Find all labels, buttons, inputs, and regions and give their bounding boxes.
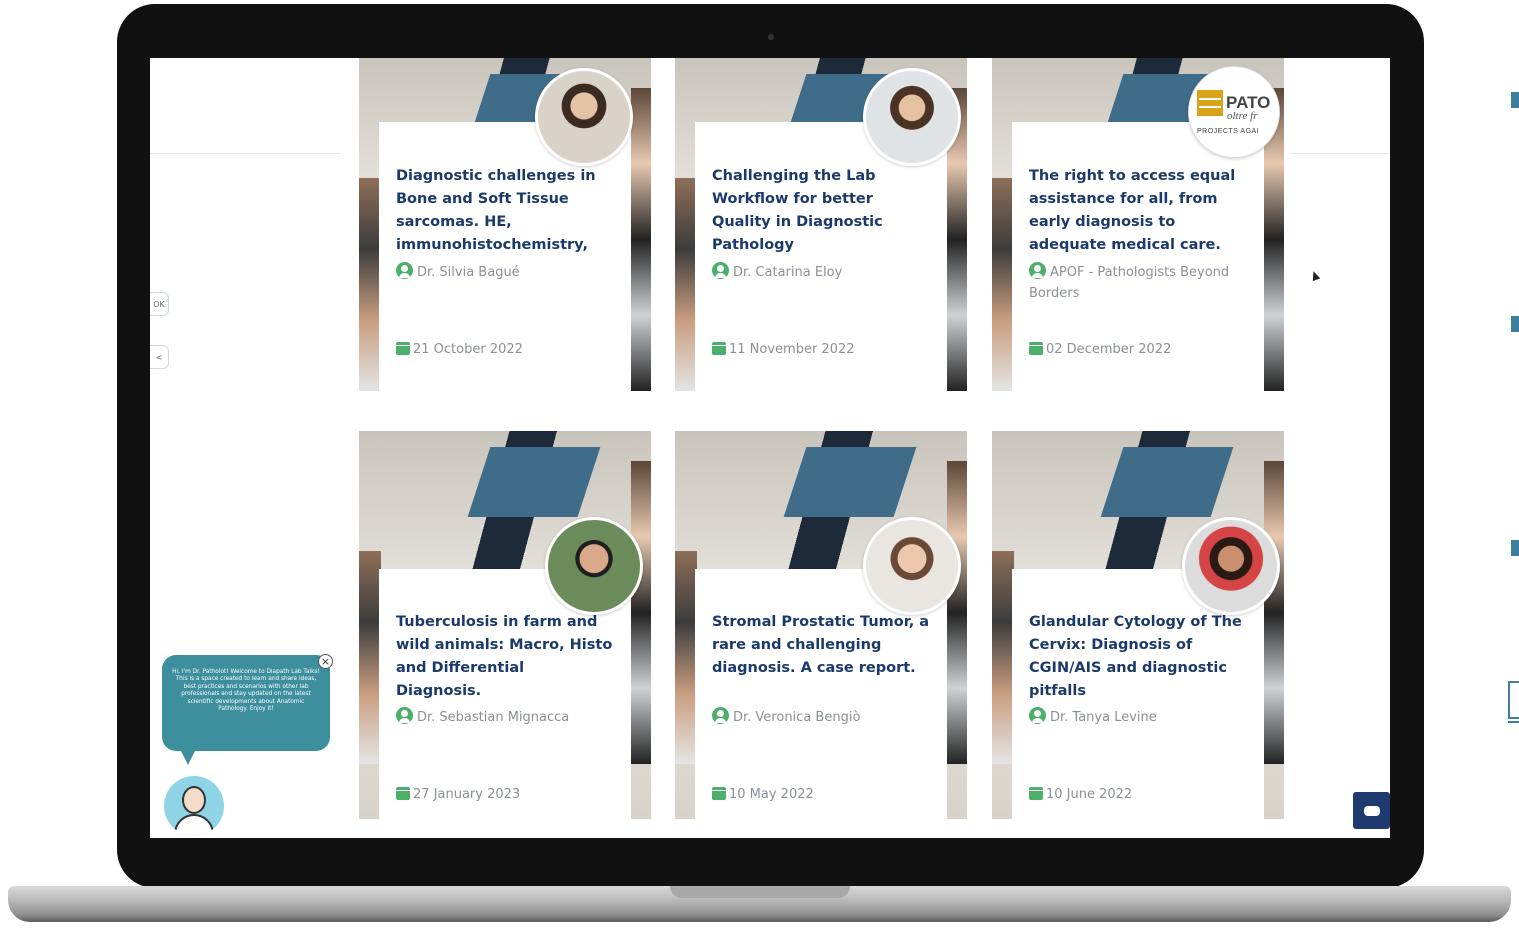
side-tab-share[interactable]: <: [150, 345, 169, 369]
talk-card[interactable]: PATO oltre fr PROJECTS AGAI The right to…: [992, 58, 1284, 391]
logo-tagline: PROJECTS AGAI: [1197, 127, 1260, 135]
user-icon: [1029, 262, 1046, 279]
talk-card[interactable]: Tuberculosis in farm and wild animals: M…: [359, 431, 651, 819]
chat-button[interactable]: [1353, 792, 1390, 829]
close-icon[interactable]: ×: [318, 654, 333, 669]
card-title[interactable]: Glandular Cytology of The Cervix: Diagno…: [1029, 611, 1247, 703]
logo-square-icon: [1197, 89, 1223, 116]
talk-card[interactable]: Glandular Cytology of The Cervix: Diagno…: [992, 431, 1284, 819]
card-title[interactable]: Tuberculosis in farm and wild animals: M…: [396, 611, 614, 703]
speaker-avatar: [863, 68, 961, 166]
camera-dot: [768, 34, 774, 40]
date-text: 11 November 2022: [729, 342, 855, 357]
card-author: Dr. Sebastian Mignacca: [396, 707, 614, 728]
user-icon: [1029, 707, 1046, 724]
author-name: Dr. Catarina Eloy: [733, 265, 843, 280]
talk-card[interactable]: Challenging the Lab Workflow for better …: [675, 58, 967, 391]
chatbot-avatar[interactable]: [164, 776, 224, 836]
calendar-icon: [712, 787, 726, 800]
card-author: Dr. Tanya Levine: [1029, 707, 1247, 728]
webpage-screen: OK < Diagnostic challenges in Bone and S…: [150, 58, 1390, 838]
speaker-avatar: [1182, 517, 1280, 615]
card-title[interactable]: Challenging the Lab Workflow for better …: [712, 165, 930, 257]
card-title[interactable]: The right to access equal assistance for…: [1029, 165, 1247, 257]
date-text: 10 May 2022: [729, 787, 814, 802]
edge-marker: [1511, 92, 1519, 108]
card-date: 02 December 2022: [1029, 342, 1171, 357]
card-title[interactable]: Diagnostic challenges in Bone and Soft T…: [396, 165, 614, 257]
mouse-cursor-icon: [1309, 269, 1321, 282]
card-author: Dr. Catarina Eloy: [712, 262, 930, 283]
date-text: 21 October 2022: [413, 342, 523, 357]
author-name: Dr. Sebastian Mignacca: [417, 710, 570, 725]
side-tab-ok[interactable]: OK: [150, 292, 169, 316]
header-divider-left: [150, 153, 340, 154]
calendar-icon: [1029, 787, 1043, 800]
calendar-icon: [396, 342, 410, 355]
card-author: APOF - Pathologists Beyond Borders: [1029, 262, 1247, 304]
date-text: 02 December 2022: [1046, 342, 1172, 357]
author-name: Dr. Tanya Levine: [1050, 710, 1157, 725]
card-date: 21 October 2022: [396, 342, 523, 357]
speaker-avatar: [863, 517, 961, 615]
user-icon: [712, 707, 729, 724]
speaker-avatar: [535, 68, 633, 166]
date-text: 27 January 2023: [413, 787, 521, 802]
talk-card[interactable]: Stromal Prostatic Tumor, a rare and chal…: [675, 431, 967, 819]
card-title[interactable]: Stromal Prostatic Tumor, a rare and chal…: [712, 611, 930, 680]
chatbot-welcome-bubble: Hi, I'm Dr. Patholot! Welcome to Diapath…: [162, 655, 330, 765]
organization-logo: PATO oltre fr PROJECTS AGAI: [1188, 66, 1280, 158]
date-text: 10 June 2022: [1046, 787, 1133, 802]
author-name: APOF - Pathologists Beyond Borders: [1029, 265, 1230, 301]
calendar-icon: [712, 342, 726, 355]
author-name: Dr. Veronica Bengiò: [733, 710, 861, 725]
edge-marker: [1511, 316, 1519, 332]
calendar-icon: [1029, 342, 1043, 355]
user-icon: [712, 262, 729, 279]
laptop-notch: [670, 886, 850, 898]
card-date: 27 January 2023: [396, 787, 520, 802]
edge-marker: [1511, 540, 1519, 556]
edge-link-bracket[interactable]: [1508, 681, 1519, 723]
header-divider-right: [1290, 153, 1390, 154]
card-author: Dr. Veronica Bengiò: [712, 707, 930, 728]
logo-subtext: oltre fr: [1227, 109, 1258, 122]
user-icon: [396, 707, 413, 724]
chat-icon: [1363, 805, 1380, 816]
calendar-icon: [396, 787, 410, 800]
author-name: Dr. Silvia Bagué: [417, 265, 520, 280]
talk-card[interactable]: Diagnostic challenges in Bone and Soft T…: [359, 58, 651, 391]
speaker-avatar: [545, 517, 643, 615]
card-date: 10 May 2022: [712, 787, 814, 802]
card-date: 11 November 2022: [712, 342, 855, 357]
laptop-base: [8, 886, 1511, 922]
user-icon: [396, 262, 413, 279]
card-author: Dr. Silvia Bagué: [396, 262, 614, 283]
card-date: 10 June 2022: [1029, 787, 1132, 802]
